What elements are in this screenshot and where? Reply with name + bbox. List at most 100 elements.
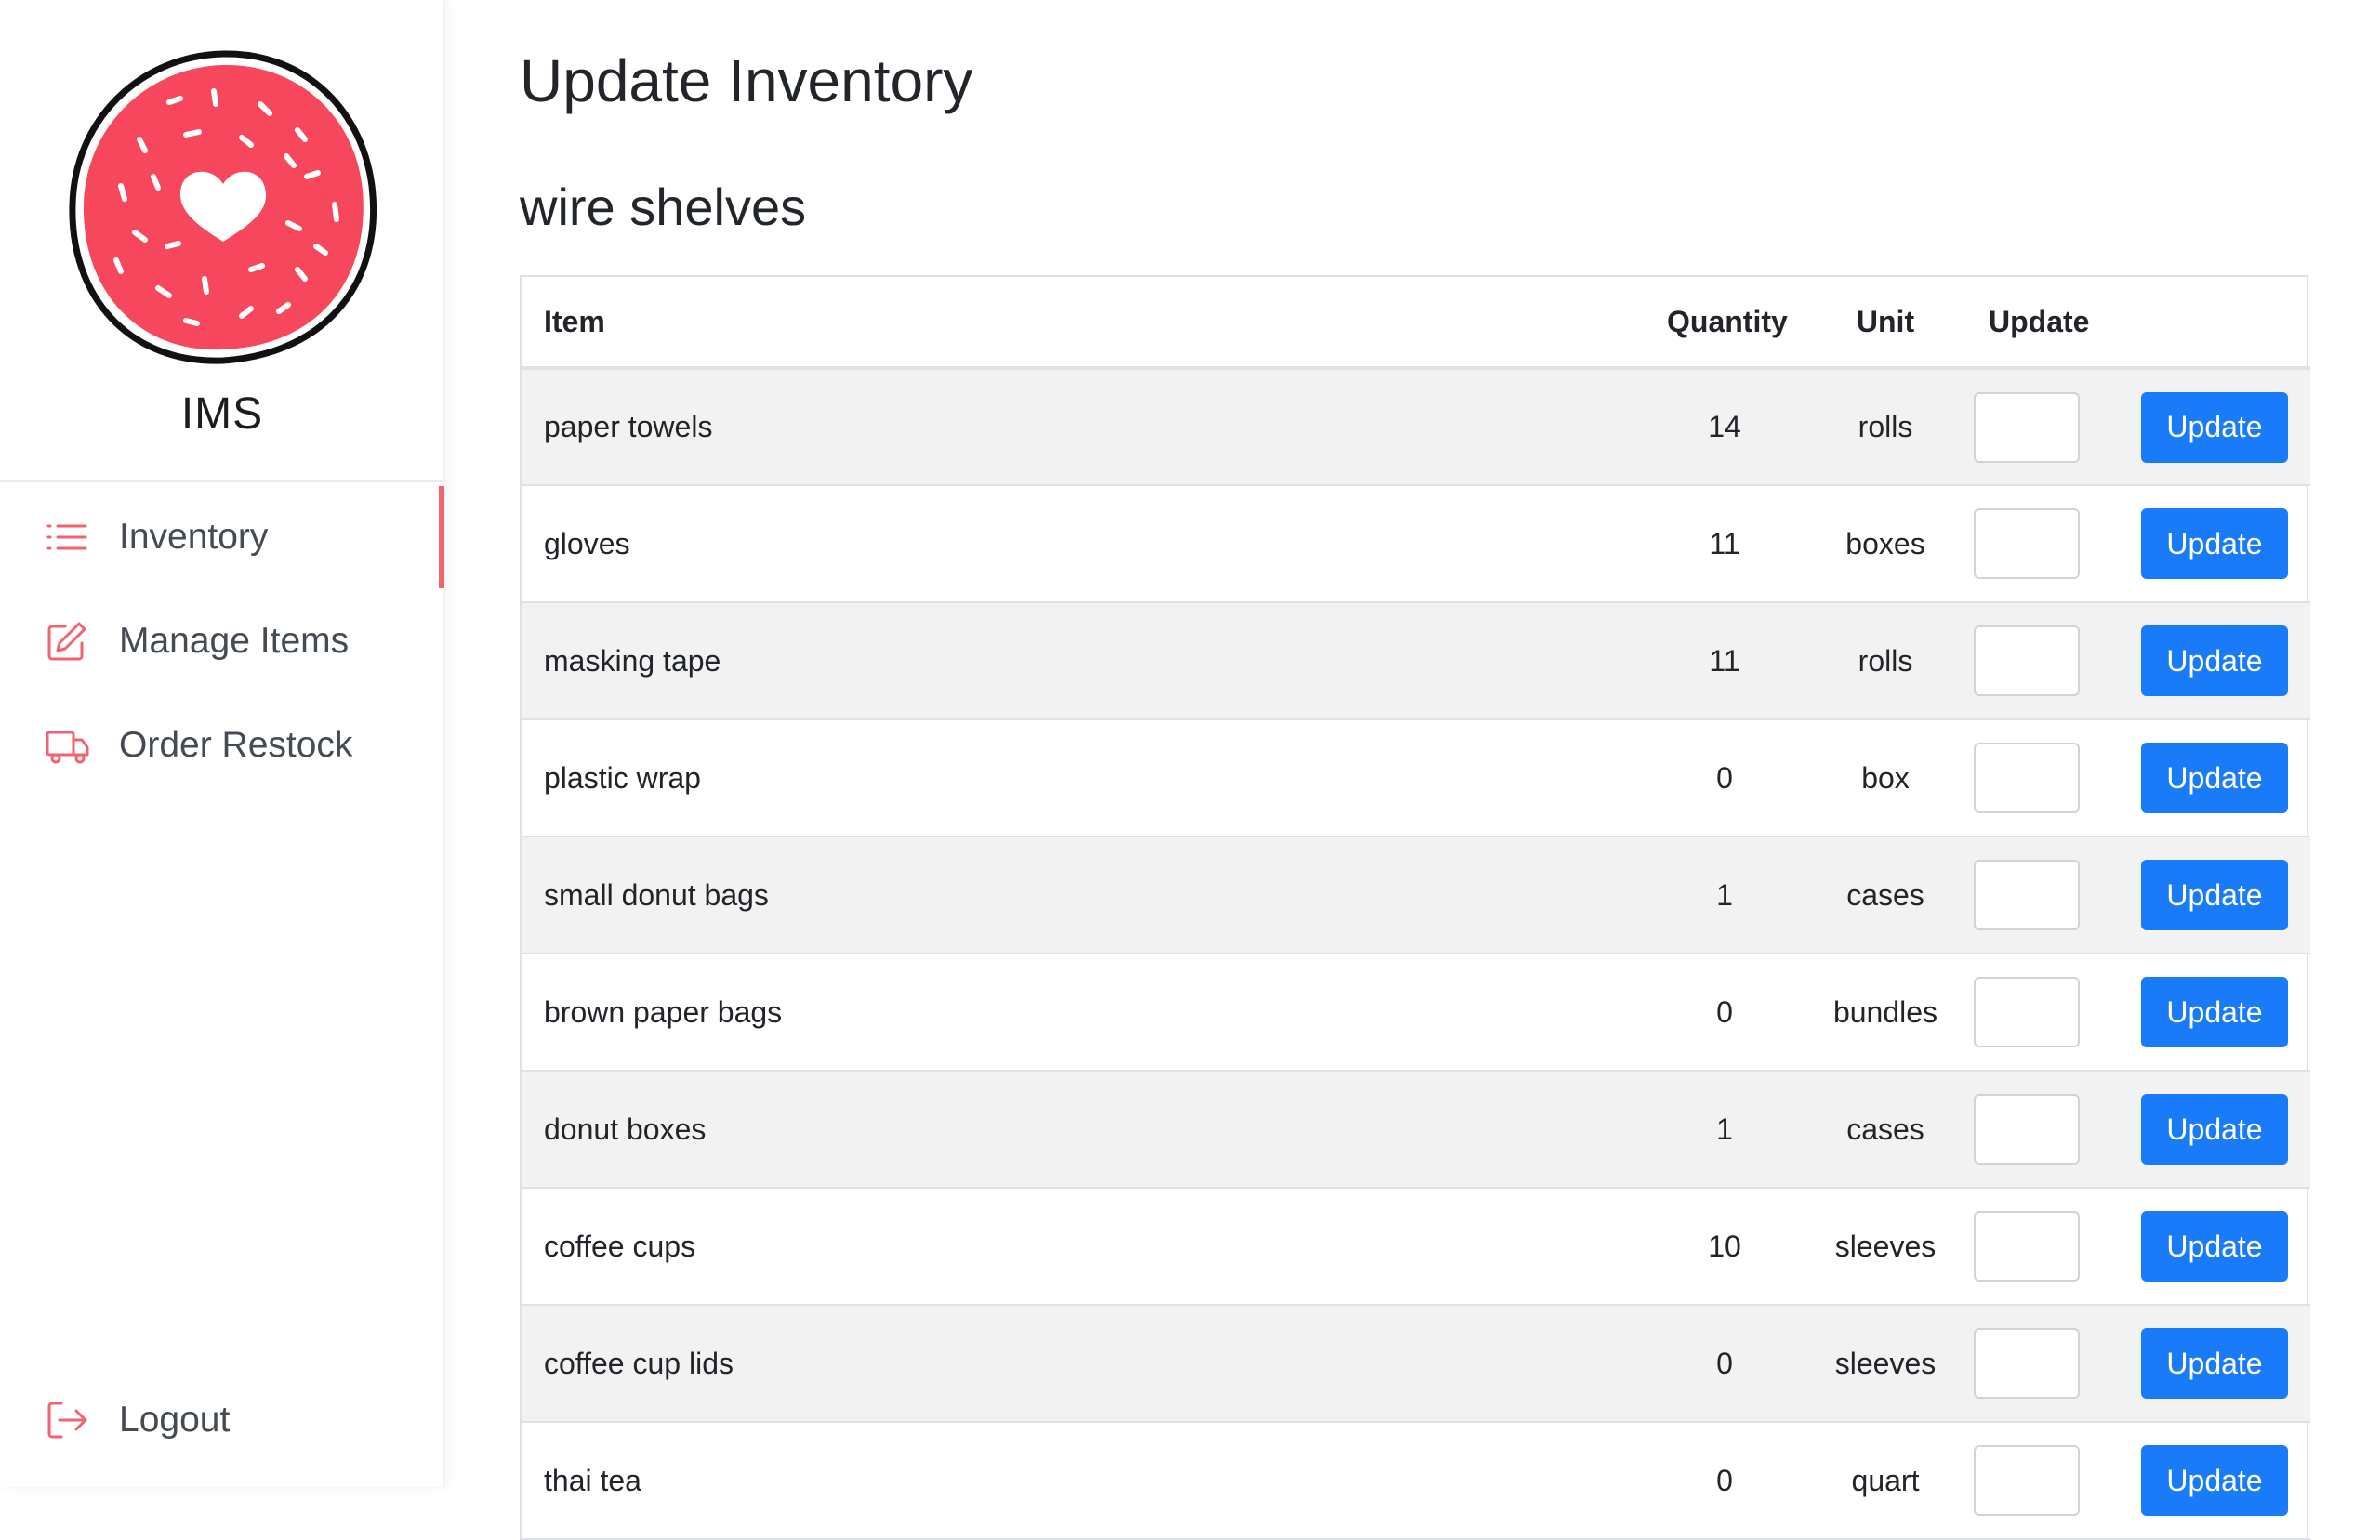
update-quantity-input[interactable] bbox=[1974, 1445, 2080, 1516]
header-quantity: Quantity bbox=[1645, 277, 1805, 370]
sidebar: IMS Inventory Manage Items Order Restock… bbox=[0, 0, 444, 1487]
item-name: gloves bbox=[522, 485, 1645, 603]
nav-label-manage-items: Manage Items bbox=[119, 621, 350, 661]
item-unit: quart bbox=[1805, 1422, 1966, 1540]
update-quantity-input[interactable] bbox=[1974, 625, 2080, 696]
update-button-cell: Update bbox=[2089, 1422, 2310, 1540]
header-update: Update bbox=[1966, 277, 2089, 370]
update-cell bbox=[1966, 1188, 2089, 1306]
update-button-cell: Update bbox=[2089, 1071, 2310, 1189]
update-button[interactable]: Update bbox=[2141, 860, 2288, 930]
update-button[interactable]: Update bbox=[2141, 1445, 2288, 1516]
header-item: Item bbox=[522, 277, 1645, 370]
item-unit: bundles bbox=[1805, 954, 1966, 1072]
table-row: thai tea 0 quart Update bbox=[522, 1422, 2310, 1540]
update-button-cell: Update bbox=[2089, 368, 2310, 486]
update-cell bbox=[1966, 719, 2089, 837]
update-button[interactable]: Update bbox=[2141, 1328, 2288, 1399]
update-cell bbox=[1966, 1305, 2089, 1423]
item-name: brown paper bags bbox=[522, 954, 1645, 1072]
main-content: Update Inventory wire shelves Item Quant… bbox=[444, 0, 2380, 1540]
update-button[interactable]: Update bbox=[2141, 1211, 2288, 1282]
update-cell bbox=[1966, 954, 2089, 1072]
update-button[interactable]: Update bbox=[2141, 977, 2288, 1047]
item-quantity: 0 bbox=[1645, 1305, 1805, 1423]
item-unit: box bbox=[1805, 719, 1966, 837]
update-cell bbox=[1966, 1071, 2089, 1189]
table-row: gloves 11 boxes Update bbox=[522, 485, 2310, 603]
update-cell bbox=[1966, 1422, 2089, 1540]
update-button-cell: Update bbox=[2089, 1188, 2310, 1306]
nav-label-logout: Logout bbox=[119, 1400, 231, 1440]
update-button[interactable]: Update bbox=[2141, 1094, 2288, 1165]
item-unit: boxes bbox=[1805, 485, 1966, 603]
item-quantity: 0 bbox=[1645, 719, 1805, 837]
update-button-cell: Update bbox=[2089, 719, 2310, 837]
item-quantity: 0 bbox=[1645, 954, 1805, 1072]
update-quantity-input[interactable] bbox=[1974, 743, 2080, 813]
table-row: plastic wrap 0 box Update bbox=[522, 719, 2310, 837]
table-row: coffee cup lids 0 sleeves Update bbox=[522, 1305, 2310, 1423]
donut-logo-icon bbox=[69, 50, 377, 364]
item-unit: sleeves bbox=[1805, 1188, 1966, 1306]
update-button-cell: Update bbox=[2089, 954, 2310, 1072]
update-button-cell: Update bbox=[2089, 836, 2310, 954]
item-quantity: 1 bbox=[1645, 836, 1805, 954]
page-title: Update Inventory bbox=[520, 47, 973, 114]
item-name: small donut bags bbox=[522, 836, 1645, 954]
logout-icon bbox=[47, 1402, 87, 1439]
header-unit: Unit bbox=[1805, 277, 1966, 370]
item-name: paper towels bbox=[522, 368, 1645, 486]
nav-item-order-restock[interactable]: Order Restock bbox=[0, 694, 444, 796]
update-quantity-input[interactable] bbox=[1974, 508, 2080, 579]
truck-icon bbox=[46, 731, 89, 764]
item-name: thai tea bbox=[522, 1422, 1645, 1540]
update-quantity-input[interactable] bbox=[1974, 1328, 2080, 1399]
update-button[interactable]: Update bbox=[2141, 391, 2288, 463]
list-icon bbox=[46, 524, 87, 550]
update-cell bbox=[1966, 485, 2089, 603]
item-name: masking tape bbox=[522, 602, 1645, 720]
brand-name: IMS bbox=[180, 389, 264, 439]
table-row: masking tape 11 rolls Update bbox=[522, 602, 2310, 720]
update-button-cell: Update bbox=[2089, 602, 2310, 720]
table-row: brown paper bags 0 bundles Update bbox=[522, 954, 2310, 1072]
update-button[interactable]: Update bbox=[2141, 508, 2288, 579]
item-quantity: 0 bbox=[1645, 1422, 1805, 1540]
table-row: donut boxes 1 cases Update bbox=[522, 1071, 2310, 1189]
nav-item-inventory[interactable]: Inventory bbox=[0, 486, 444, 588]
item-name: coffee cups bbox=[522, 1188, 1645, 1306]
update-quantity-input[interactable] bbox=[1974, 1094, 2080, 1165]
update-quantity-input[interactable] bbox=[1974, 1211, 2080, 1282]
table-header-row: Item Quantity Unit Update bbox=[522, 277, 2310, 370]
nav-label-order-restock: Order Restock bbox=[119, 725, 353, 765]
item-name: plastic wrap bbox=[522, 719, 1645, 837]
brand: IMS bbox=[0, 0, 443, 482]
update-cell bbox=[1966, 836, 2089, 954]
update-quantity-input[interactable] bbox=[1974, 391, 2080, 463]
nav-item-manage-items[interactable]: Manage Items bbox=[0, 590, 444, 692]
table-row: paper towels 14 rolls Update bbox=[522, 368, 2310, 486]
item-unit: sleeves bbox=[1805, 1305, 1966, 1423]
item-name: donut boxes bbox=[522, 1071, 1645, 1189]
item-quantity: 11 bbox=[1645, 485, 1805, 603]
item-quantity: 11 bbox=[1645, 602, 1805, 720]
inventory-table: Item Quantity Unit Update paper towels 1… bbox=[520, 275, 2310, 1540]
section-title: wire shelves bbox=[520, 178, 807, 236]
update-button-cell: Update bbox=[2089, 1305, 2310, 1423]
item-quantity: 14 bbox=[1645, 368, 1805, 486]
nav-label-inventory: Inventory bbox=[119, 517, 269, 557]
item-unit: rolls bbox=[1805, 602, 1966, 720]
nav-item-logout[interactable]: Logout bbox=[0, 1369, 444, 1471]
update-button[interactable]: Update bbox=[2141, 625, 2288, 696]
table-row: coffee cups 10 sleeves Update bbox=[522, 1188, 2310, 1306]
update-cell bbox=[1966, 368, 2089, 486]
update-quantity-input[interactable] bbox=[1974, 860, 2080, 930]
update-quantity-input[interactable] bbox=[1974, 977, 2080, 1047]
item-unit: rolls bbox=[1805, 368, 1966, 486]
update-button[interactable]: Update bbox=[2141, 743, 2288, 813]
update-cell bbox=[1966, 602, 2089, 720]
table-row: small donut bags 1 cases Update bbox=[522, 836, 2310, 954]
item-quantity: 1 bbox=[1645, 1071, 1805, 1189]
item-unit: cases bbox=[1805, 836, 1966, 954]
